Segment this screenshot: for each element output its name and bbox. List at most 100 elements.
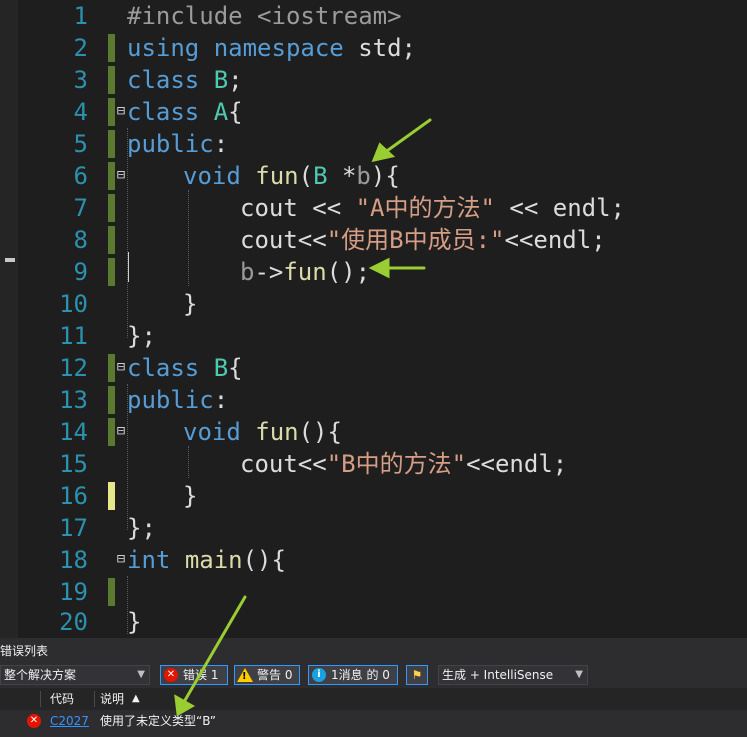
column-separator xyxy=(94,691,95,707)
code-text: public: xyxy=(127,386,229,414)
change-bar xyxy=(108,194,115,222)
code-text: void fun(B *b){ xyxy=(183,162,400,190)
code-text: public: xyxy=(127,130,229,158)
line-number: 1 xyxy=(73,2,88,30)
code-text: int main(){ xyxy=(127,546,286,574)
line-number: 7 xyxy=(73,194,88,222)
line-number: 14 xyxy=(59,418,88,446)
line-number: 11 xyxy=(59,322,88,350)
code-text: class B; xyxy=(127,66,243,94)
column-header-code[interactable]: 代码 xyxy=(50,688,74,710)
change-bar xyxy=(108,130,115,158)
error-icon: ✕ xyxy=(27,714,41,728)
code-line-9[interactable]: 9 b->fun(); xyxy=(0,256,747,288)
line-number: 10 xyxy=(59,290,88,318)
code-text: } xyxy=(183,290,198,318)
code-text: cout<<"使用B中成员:"<<endl; xyxy=(240,226,606,254)
change-bar xyxy=(108,578,115,606)
messages-filter-label: 1消息 的 0 xyxy=(331,668,390,682)
line-number: 18 xyxy=(59,546,88,574)
code-line-19[interactable]: 19 xyxy=(0,576,747,608)
line-number: 15 xyxy=(59,450,88,478)
line-number: 19 xyxy=(59,578,88,606)
line-number: 16 xyxy=(59,482,88,510)
chevron-down-icon: ▼ xyxy=(575,669,583,680)
line-number: 17 xyxy=(59,514,88,542)
code-line-13[interactable]: 13 public: xyxy=(0,384,747,416)
code-line-3[interactable]: 3 class B; xyxy=(0,64,747,96)
filter-icon[interactable]: ⚑ xyxy=(406,665,428,685)
code-line-6[interactable]: 6 ⊟ void fun(B *b){ xyxy=(0,160,747,192)
warnings-filter-button[interactable]: ! 警告 0 xyxy=(234,665,300,685)
change-bar-unsaved xyxy=(108,482,115,510)
line-number: 8 xyxy=(73,226,88,254)
warnings-filter-label: 警告 0 xyxy=(257,668,293,682)
line-number: 9 xyxy=(73,258,88,286)
line-number: 5 xyxy=(73,130,88,158)
code-text: b->fun(); xyxy=(240,258,371,286)
change-bar xyxy=(108,386,115,414)
panel-title: 错误列表 xyxy=(0,644,49,658)
scope-dropdown[interactable]: 整个解决方案 ▼ xyxy=(0,665,150,685)
line-number: 12 xyxy=(59,354,88,382)
collapse-icon[interactable]: ⊟ xyxy=(114,104,128,118)
collapse-icon[interactable]: ⊟ xyxy=(114,360,128,374)
code-line-1[interactable]: 1 #include <iostream> xyxy=(0,0,747,32)
build-source-dropdown[interactable]: 生成 + IntelliSense ▼ xyxy=(438,665,588,685)
change-bar xyxy=(108,34,115,62)
code-text: } xyxy=(127,608,142,636)
code-text: cout << "A中的方法" << endl; xyxy=(240,194,625,222)
code-text: }; xyxy=(127,514,156,542)
collapse-icon[interactable]: ⊟ xyxy=(114,424,128,438)
code-line-20[interactable]: 20 } xyxy=(0,606,747,638)
code-text: class B{ xyxy=(127,354,243,382)
error-code-link[interactable]: C2027 xyxy=(50,710,89,732)
info-icon: i xyxy=(312,668,326,682)
code-line-15[interactable]: 15 cout<<"B中的方法"<<endl; xyxy=(0,448,747,480)
chevron-down-icon: ▼ xyxy=(137,669,145,680)
code-line-14[interactable]: 14 ⊟ void fun(){ xyxy=(0,416,747,448)
error-list-header: 代码 说明 ▲ xyxy=(0,688,747,710)
code-text: using namespace std; xyxy=(127,34,416,62)
line-number: 2 xyxy=(73,34,88,62)
error-row[interactable]: ✕ C2027 使用了未定义类型“B” xyxy=(0,710,747,732)
error-list-panel: 错误列表 整个解决方案 ▼ ✕ 错误 1 ! 警告 0 i 1消息 的 0 ⚑ … xyxy=(0,638,747,737)
code-line-18[interactable]: 18 ⊟ int main(){ xyxy=(0,544,747,576)
change-bar xyxy=(108,226,115,254)
sort-ascending-icon: ▲ xyxy=(132,693,140,704)
code-line-2[interactable]: 2 using namespace std; xyxy=(0,32,747,64)
code-text: void fun(){ xyxy=(183,418,342,446)
error-list-toolbar: 整个解决方案 ▼ ✕ 错误 1 ! 警告 0 i 1消息 的 0 ⚑ 生成 + … xyxy=(0,664,747,688)
code-line-7[interactable]: 7 cout << "A中的方法" << endl; xyxy=(0,192,747,224)
errors-filter-button[interactable]: ✕ 错误 1 xyxy=(160,665,228,685)
code-text: #include <iostream> xyxy=(127,2,402,30)
build-source-value: 生成 + IntelliSense xyxy=(442,668,554,682)
column-header-description[interactable]: 说明 xyxy=(100,688,124,710)
text-caret xyxy=(128,252,129,282)
code-text: }; xyxy=(127,322,156,350)
code-line-5[interactable]: 5 public: xyxy=(0,128,747,160)
change-bar xyxy=(108,66,115,94)
code-line-4[interactable]: 4 ⊟ class A{ xyxy=(0,96,747,128)
line-number: 4 xyxy=(73,98,88,126)
warning-icon: ! xyxy=(237,668,253,682)
line-number: 3 xyxy=(73,66,88,94)
scope-dropdown-value: 整个解决方案 xyxy=(4,668,77,682)
change-bar xyxy=(108,258,115,286)
errors-filter-label: 错误 1 xyxy=(183,668,219,682)
column-separator xyxy=(40,691,41,707)
line-number: 20 xyxy=(59,608,88,636)
error-icon: ✕ xyxy=(164,668,178,682)
code-line-12[interactable]: 12 ⊟ class B{ xyxy=(0,352,747,384)
code-line-16[interactable]: 16 } xyxy=(0,480,747,512)
code-line-8[interactable]: 8 cout<<"使用B中成员:"<<endl; xyxy=(0,224,747,256)
line-number: 6 xyxy=(73,162,88,190)
code-line-17[interactable]: 17 }; xyxy=(0,512,747,544)
collapse-icon[interactable]: ⊟ xyxy=(114,552,128,566)
collapse-icon[interactable]: ⊟ xyxy=(114,168,128,182)
messages-filter-button[interactable]: i 1消息 的 0 xyxy=(308,665,398,685)
code-line-10[interactable]: 10 } xyxy=(0,288,747,320)
code-editor[interactable]: 1 #include <iostream> 2 using namespace … xyxy=(0,0,747,638)
code-line-11[interactable]: 11 }; xyxy=(0,320,747,352)
code-text: cout<<"B中的方法"<<endl; xyxy=(240,450,568,478)
